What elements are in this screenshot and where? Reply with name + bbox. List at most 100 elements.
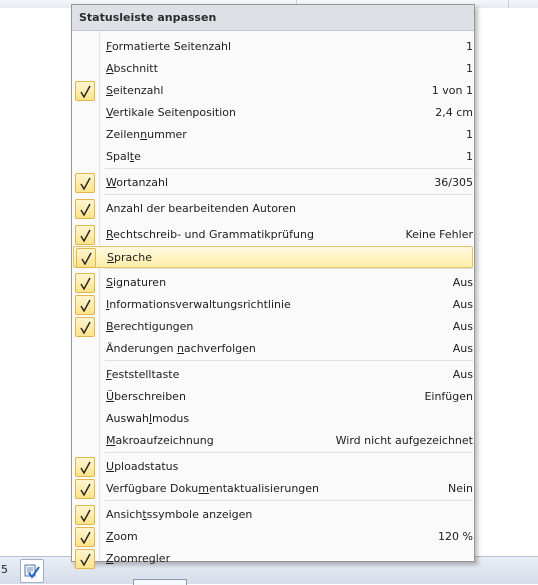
- menu-item-value: Wird nicht aufgezeichnet: [335, 434, 473, 447]
- menu-item-value: 1: [466, 62, 473, 75]
- label-text: Änderungen: [106, 342, 177, 355]
- label-text: echtschreib- und Grammatikprüfung: [113, 228, 314, 241]
- menu-item[interactable]: Ansichtssymbole anzeigen: [73, 504, 473, 526]
- access-key: S: [106, 84, 113, 97]
- menu-separator: [105, 452, 473, 453]
- menu-item-label: Rechtschreib- und Grammatikprüfung: [106, 227, 314, 243]
- menu-item[interactable]: Seitenzahl 1 von 1: [73, 80, 473, 102]
- label-text: nformationsverwaltungsrichtlinie: [109, 298, 291, 311]
- menu-item[interactable]: Abschnitt 1: [73, 58, 473, 80]
- menu-item[interactable]: Spalte 1: [73, 146, 473, 168]
- menu-item-label: Zoomregler: [106, 551, 170, 567]
- menu-item-label: Auswahlmodus: [106, 411, 189, 427]
- menu-item[interactable]: Signaturen Aus: [73, 272, 473, 294]
- checked-box: [75, 457, 95, 477]
- menu-item-value: 1 von 1: [431, 84, 473, 97]
- checkmark-icon: [80, 321, 91, 334]
- access-key: S: [107, 251, 114, 264]
- checked-box: [75, 505, 95, 525]
- checked-box: [75, 317, 95, 337]
- label-text: berschreiben: [114, 390, 186, 403]
- menu-item[interactable]: Informationsverwaltungsrichtlinie Aus: [73, 294, 473, 316]
- menu-item[interactable]: Formatierte Seitenzahl 1: [73, 36, 473, 58]
- checkmark-icon: [80, 509, 91, 522]
- menu-item[interactable]: Zeilennummer 1: [73, 124, 473, 146]
- label-text: oom: [113, 530, 138, 543]
- label-text: akroaufzeichnung: [115, 434, 214, 447]
- access-key: A: [106, 62, 114, 75]
- menu-item[interactable]: Vertikale Seitenposition 2,4 cm: [73, 102, 473, 124]
- menu-item[interactable]: Überschreiben Einfügen: [73, 386, 473, 408]
- label-text: ummer: [147, 128, 187, 141]
- checkmark-icon: [80, 85, 91, 98]
- access-key: m: [198, 482, 209, 495]
- label-text: eitenzahl: [112, 84, 164, 97]
- menu-item[interactable]: Auswahlmodus: [73, 408, 473, 430]
- access-key: Z: [106, 530, 114, 543]
- label-text: Auswah: [106, 412, 149, 425]
- menu-item[interactable]: Makroaufzeichnung Wird nicht aufgezeichne…: [73, 430, 473, 452]
- checkmark-icon: [80, 461, 91, 474]
- checked-box: [75, 81, 95, 101]
- menu-item-value: 1: [466, 40, 473, 53]
- checkmark-icon: [80, 277, 91, 290]
- label-text: e: [134, 150, 141, 163]
- label-text: entaktualisierungen: [208, 482, 320, 495]
- checkmark-icon: [80, 203, 91, 216]
- label-text: prache: [113, 251, 153, 264]
- proofing-status-button[interactable]: [20, 559, 44, 583]
- menu-item-label: Ansichtssymbole anzeigen: [106, 507, 252, 523]
- access-key: n: [176, 342, 184, 355]
- label-text: Anzahl der bearbeitenden Autoren: [106, 202, 296, 215]
- menu-item-label: Vertikale Seitenposition: [106, 105, 236, 121]
- menu-item[interactable]: Änderungen nachverfolgen Aus: [73, 338, 473, 360]
- menu-separator: [105, 268, 473, 269]
- menu-item[interactable]: Berechtigungen Aus: [73, 316, 473, 338]
- checked-box: [75, 527, 95, 547]
- access-key: S: [106, 276, 113, 289]
- menu-item-label: Änderungen nachverfolgen: [106, 341, 256, 357]
- label-text: ortanzahl: [116, 176, 169, 189]
- menu-item[interactable]: Verfügbare Dokumentaktualisierungen Nein: [73, 478, 473, 500]
- menu-item-value: 120 %: [438, 530, 473, 543]
- menu-item-label: Verfügbare Dokumentaktualisierungen: [106, 481, 319, 497]
- menu-item-value: Aus: [452, 342, 473, 355]
- checked-box: [75, 273, 95, 293]
- menu-item[interactable]: Anzahl der bearbeitenden Autoren: [73, 198, 473, 220]
- checked-box: [75, 479, 95, 499]
- menu-item-value: Nein: [447, 482, 473, 495]
- menu-separator: [105, 194, 473, 195]
- menu-item[interactable]: Sprache: [73, 246, 473, 268]
- proofing-check-icon: [24, 564, 40, 579]
- menu-item-value: Aus: [452, 298, 473, 311]
- menu-item-value: 1: [466, 128, 473, 141]
- menu-item-label: Formatierte Seitenzahl: [106, 39, 231, 55]
- access-key: Z: [106, 552, 114, 565]
- menu-item-label: Spalte: [106, 149, 141, 165]
- label-text: Ansich: [106, 508, 143, 521]
- menu-item-label: Wortanzahl: [106, 175, 168, 191]
- status-page-number[interactable]: 5: [1, 563, 8, 576]
- checked-box: [75, 549, 95, 569]
- menu-item[interactable]: Wortanzahl 36/305: [73, 172, 473, 194]
- label-text: ploadstatus: [114, 460, 179, 473]
- menu-item-label: Zoom: [106, 529, 138, 545]
- menu-item[interactable]: Zoom 120 %: [73, 526, 473, 548]
- label-text: Zeilen: [106, 128, 141, 141]
- checked-box: [75, 295, 95, 315]
- status-bar-field[interactable]: [133, 579, 187, 585]
- menu-item[interactable]: Feststelltaste Aus: [73, 364, 473, 386]
- label-text: Spal: [106, 150, 130, 163]
- menu-item[interactable]: Rechtschreib- und Grammatikprüfung Keine …: [73, 224, 473, 246]
- menu-item-value: 1: [466, 150, 473, 163]
- checkmark-icon: [80, 177, 91, 190]
- menu-item[interactable]: Uploadstatus: [73, 456, 473, 478]
- label-text: modus: [152, 412, 190, 425]
- label-text: ignaturen: [112, 276, 167, 289]
- label-text: eststelltaste: [111, 368, 180, 381]
- menu-item[interactable]: Zoomregler: [73, 548, 473, 570]
- checked-box: [76, 248, 96, 268]
- menu-title: Statusleiste anpassen: [72, 5, 474, 31]
- menu-item-label: Seitenzahl: [106, 83, 163, 99]
- menu-item-label: Informationsverwaltungsrichtlinie: [106, 297, 291, 313]
